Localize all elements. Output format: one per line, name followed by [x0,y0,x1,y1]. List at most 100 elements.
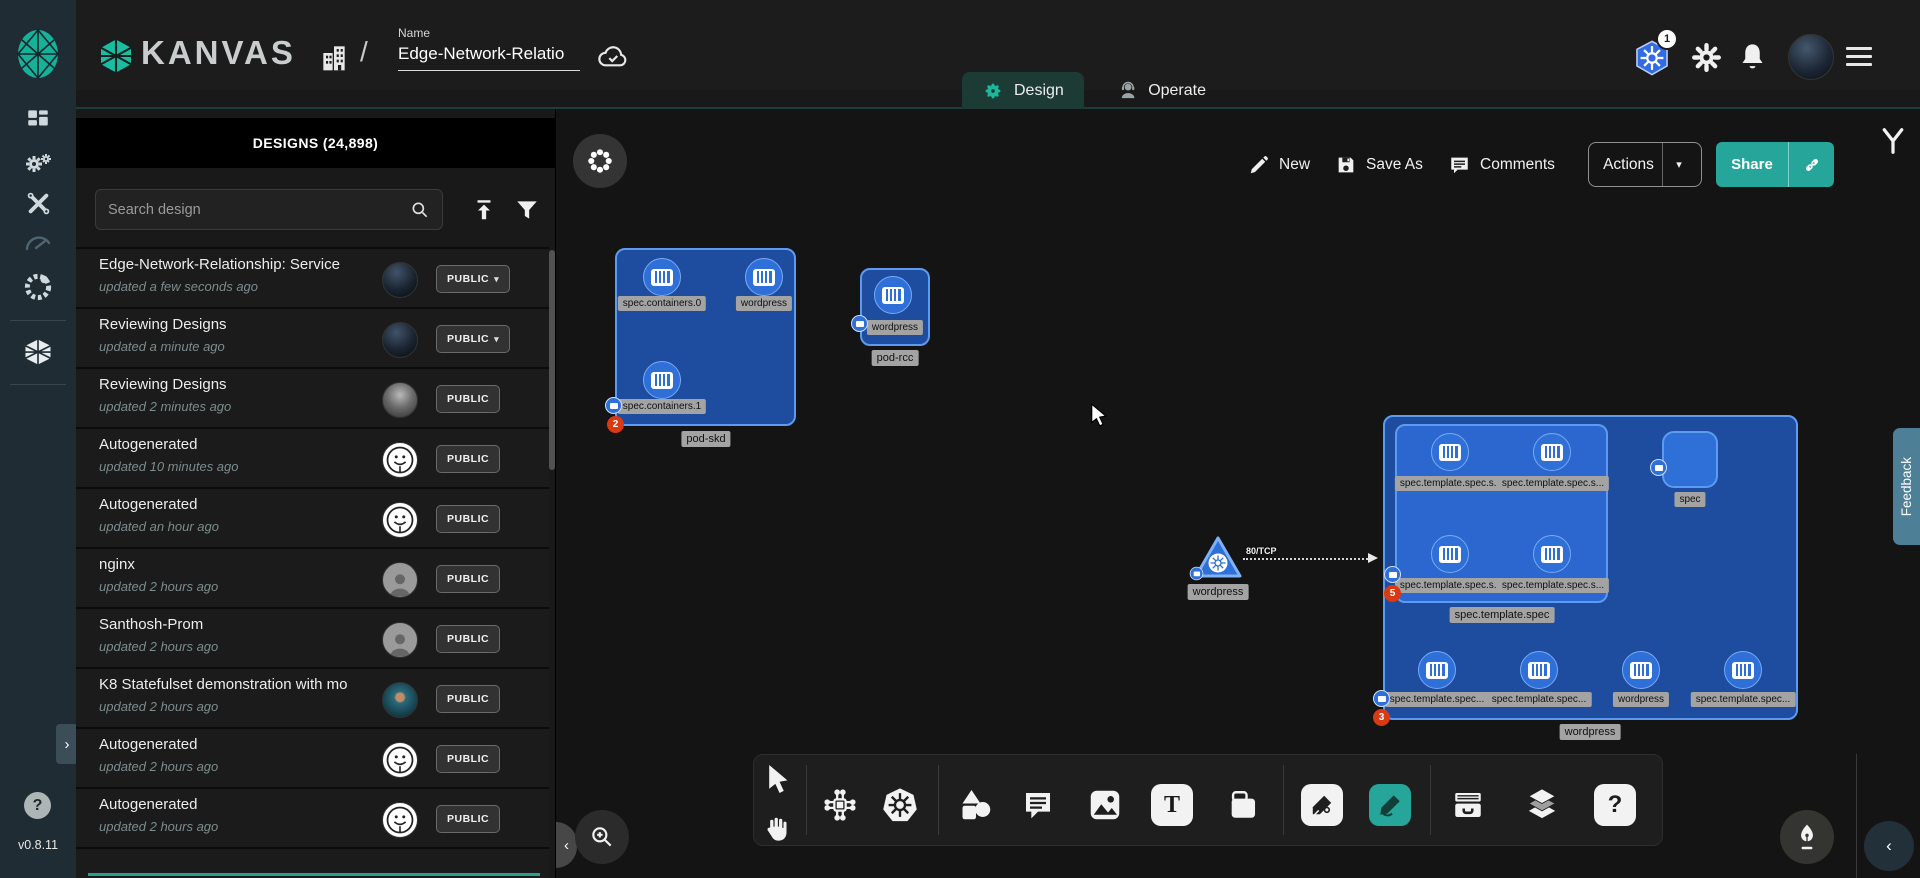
container-node[interactable] [1533,433,1571,471]
visibility-button[interactable]: PUBLIC [436,685,500,713]
container-node[interactable] [643,361,681,399]
design-list-item[interactable]: Reviewing Designs updated 2 minutes ago … [76,367,549,429]
user-avatar[interactable] [1788,34,1834,80]
service-badge-icon[interactable] [1190,567,1204,581]
comments-button[interactable]: Comments [1448,142,1555,187]
visibility-button[interactable]: PUBLIC [436,625,500,653]
deployment-badge-icon[interactable] [1373,690,1390,707]
pan-tool[interactable] [762,815,790,843]
visibility-button[interactable]: PUBLIC [436,565,500,593]
meshery-logo[interactable] [0,28,76,80]
design-list-item[interactable]: Reviewing Designs updated a minute ago P… [76,307,549,369]
tab-design[interactable]: Design [962,72,1084,109]
tab-operate[interactable]: Operate [1098,72,1226,109]
error-badge[interactable]: 2 [607,416,624,433]
container-node[interactable] [1724,651,1762,689]
notifications-bell-icon[interactable] [1738,41,1767,73]
save-as-button[interactable]: Save As [1335,142,1423,187]
new-button[interactable]: New [1248,142,1310,187]
design-name-input[interactable] [398,40,580,71]
fork-y-icon[interactable] [1878,126,1908,156]
visibility-button[interactable]: PUBLIC▾ [436,325,510,353]
avatar [382,742,418,778]
design-list-item[interactable]: Autogenerated updated 2 hours ago PUBLIC [76,727,549,789]
components-tool[interactable] [823,788,857,822]
text-tool[interactable]: T [1151,784,1193,826]
pen-path-tool[interactable] [1301,784,1343,826]
node-group-spec-template-spec[interactable] [1395,424,1608,603]
sidebar-item-lifecycle[interactable] [0,150,76,178]
sidebar-item-performance[interactable] [0,230,76,254]
pod-badge-icon[interactable] [851,315,868,332]
design-list-item[interactable]: Autogenerated updated 2 hours ago PUBLIC [76,787,549,849]
filter-funnel-icon[interactable] [514,197,540,223]
search-icon[interactable] [410,200,430,220]
settings-gear-icon[interactable] [1691,42,1722,73]
sidebar-item-dashboard[interactable] [0,106,76,132]
spec-node[interactable] [1662,431,1718,488]
rail-divider [10,320,66,321]
canvas-menu-button[interactable] [573,134,627,188]
container-node[interactable] [643,258,681,296]
visibility-button[interactable]: PUBLIC [436,745,500,773]
feedback-tab[interactable]: Feedback [1893,428,1920,545]
layers-tool[interactable] [1523,786,1561,824]
design-list-item[interactable]: Edge-Network-Relationship: Service updat… [76,247,549,309]
design-list-item[interactable]: Santhosh-Prom updated 2 hours ago PUBLIC [76,607,549,669]
design-list-item[interactable]: nginx updated 2 hours ago PUBLIC [76,547,549,609]
pod-badge-icon[interactable] [605,397,622,414]
help-glyph: ? [1608,791,1623,819]
kubernetes-tool[interactable] [881,786,919,824]
visibility-button[interactable]: PUBLIC [436,505,500,533]
collapse-right-button[interactable]: ‹ [1864,821,1914,871]
designs-scrollbar[interactable] [549,250,555,470]
network-edge[interactable] [1243,558,1371,560]
container-node[interactable] [1520,651,1558,689]
import-design-icon[interactable] [471,197,497,223]
search-input[interactable] [96,202,410,218]
container-node[interactable] [1431,535,1469,573]
visibility-button[interactable]: PUBLIC▾ [436,265,510,293]
container-node[interactable] [1418,651,1456,689]
rail-expand-button[interactable]: › [56,724,78,764]
visibility-button[interactable]: PUBLIC [436,445,500,473]
hand-icon [762,815,790,843]
actions-caret-icon[interactable]: ▾ [1663,158,1695,171]
select-tool[interactable] [766,765,792,793]
toolbar-help-tool[interactable]: ? [1594,784,1636,826]
sidebar-item-extensions[interactable] [0,272,76,302]
shapes-tool[interactable] [958,787,994,823]
design-list-item[interactable]: Autogenerated updated an hour ago PUBLIC [76,487,549,549]
help-button[interactable]: ? [24,792,51,819]
sticky-note-tool[interactable] [1226,788,1260,822]
container-node[interactable] [1622,651,1660,689]
visibility-button[interactable]: PUBLIC [436,385,500,413]
error-badge[interactable]: 5 [1384,585,1401,602]
design-list-item[interactable]: K8 Statefulset demonstration with mo upd… [76,667,549,729]
copy-link-button[interactable] [1789,155,1834,175]
pod-badge-icon[interactable] [1384,566,1401,583]
container-node[interactable] [1533,535,1571,573]
design-mode-button[interactable] [1780,810,1834,864]
avatar [382,682,418,718]
pod-badge-icon[interactable] [1650,459,1667,476]
container-node[interactable] [745,258,783,296]
drawer-tool[interactable] [1450,788,1486,822]
share-button[interactable]: Share [1716,142,1834,187]
node-label: spec.template.spec... [1487,692,1592,707]
design-list-item[interactable]: Autogenerated updated 10 minutes ago PUB… [76,427,549,489]
actions-button[interactable]: Actions ▾ [1588,142,1702,187]
menu-hamburger-icon[interactable] [1846,47,1872,66]
container-node[interactable] [1431,433,1469,471]
comment-tool[interactable] [1021,789,1055,821]
collapse-panel-button[interactable]: ‹ [556,822,577,868]
visibility-button[interactable]: PUBLIC [436,805,500,833]
freehand-draw-tool-active[interactable] [1369,784,1411,826]
image-tool[interactable] [1087,787,1123,823]
sidebar-item-configuration[interactable] [0,190,76,217]
sidebar-item-kanvas[interactable] [0,338,76,366]
container-node[interactable] [874,276,912,314]
organization-icon[interactable] [318,40,350,74]
zoom-in-button[interactable] [575,810,629,864]
error-badge[interactable]: 3 [1373,709,1390,726]
